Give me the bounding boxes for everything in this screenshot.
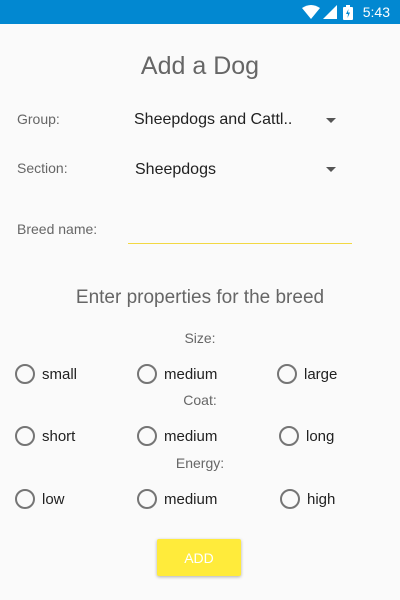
add-button[interactable]: ADD <box>157 539 241 576</box>
status-time: 5:43 <box>362 4 390 20</box>
energy-radio-low[interactable]: low <box>15 489 65 509</box>
size-label: Size: <box>184 330 216 346</box>
group-label: Group: <box>17 111 60 127</box>
chevron-down-icon <box>326 118 336 123</box>
properties-heading: Enter properties for the breed <box>75 287 325 308</box>
radio-unchecked-icon <box>277 364 297 384</box>
breed-name-input[interactable] <box>128 214 352 244</box>
energy-label: Energy: <box>175 455 225 471</box>
energy-radio-high[interactable]: high <box>280 489 335 509</box>
radio-label: medium <box>164 365 218 383</box>
radio-unchecked-icon <box>280 489 300 509</box>
coat-radio-short[interactable]: short <box>15 426 75 446</box>
coat-radio-medium[interactable]: medium <box>137 426 217 446</box>
section-spinner-value: Sheepdogs <box>135 161 216 178</box>
signal-icon <box>323 5 337 19</box>
radio-label: short <box>42 427 76 445</box>
radio-label: large <box>304 365 338 383</box>
group-spinner-value: Sheepdogs and Cattl.. <box>134 111 293 128</box>
energy-radio-medium[interactable]: medium <box>137 489 217 509</box>
section-label: Section: <box>17 160 68 176</box>
page-title: Add a Dog <box>140 52 260 80</box>
breed-label: Breed name: <box>17 221 98 237</box>
radio-label: high <box>307 490 336 508</box>
radio-unchecked-icon <box>137 364 157 384</box>
coat-label: Coat: <box>183 392 217 408</box>
radio-unchecked-icon <box>137 489 157 509</box>
radio-unchecked-icon <box>279 426 299 446</box>
size-radio-small[interactable]: small <box>15 364 77 384</box>
status-bar: 5:43 <box>0 0 400 24</box>
radio-label: long <box>306 427 335 445</box>
radio-unchecked-icon <box>15 489 35 509</box>
size-radio-medium[interactable]: medium <box>137 364 217 384</box>
radio-label: low <box>42 490 65 508</box>
radio-unchecked-icon <box>137 426 157 446</box>
wifi-icon <box>302 5 320 19</box>
radio-label: medium <box>164 490 218 508</box>
radio-unchecked-icon <box>15 364 35 384</box>
coat-radio-long[interactable]: long <box>279 426 334 446</box>
radio-unchecked-icon <box>15 426 35 446</box>
size-radio-large[interactable]: large <box>277 364 337 384</box>
chevron-down-icon <box>326 167 336 172</box>
radio-label: small <box>42 365 78 383</box>
radio-label: medium <box>164 427 218 445</box>
battery-icon <box>343 5 353 20</box>
